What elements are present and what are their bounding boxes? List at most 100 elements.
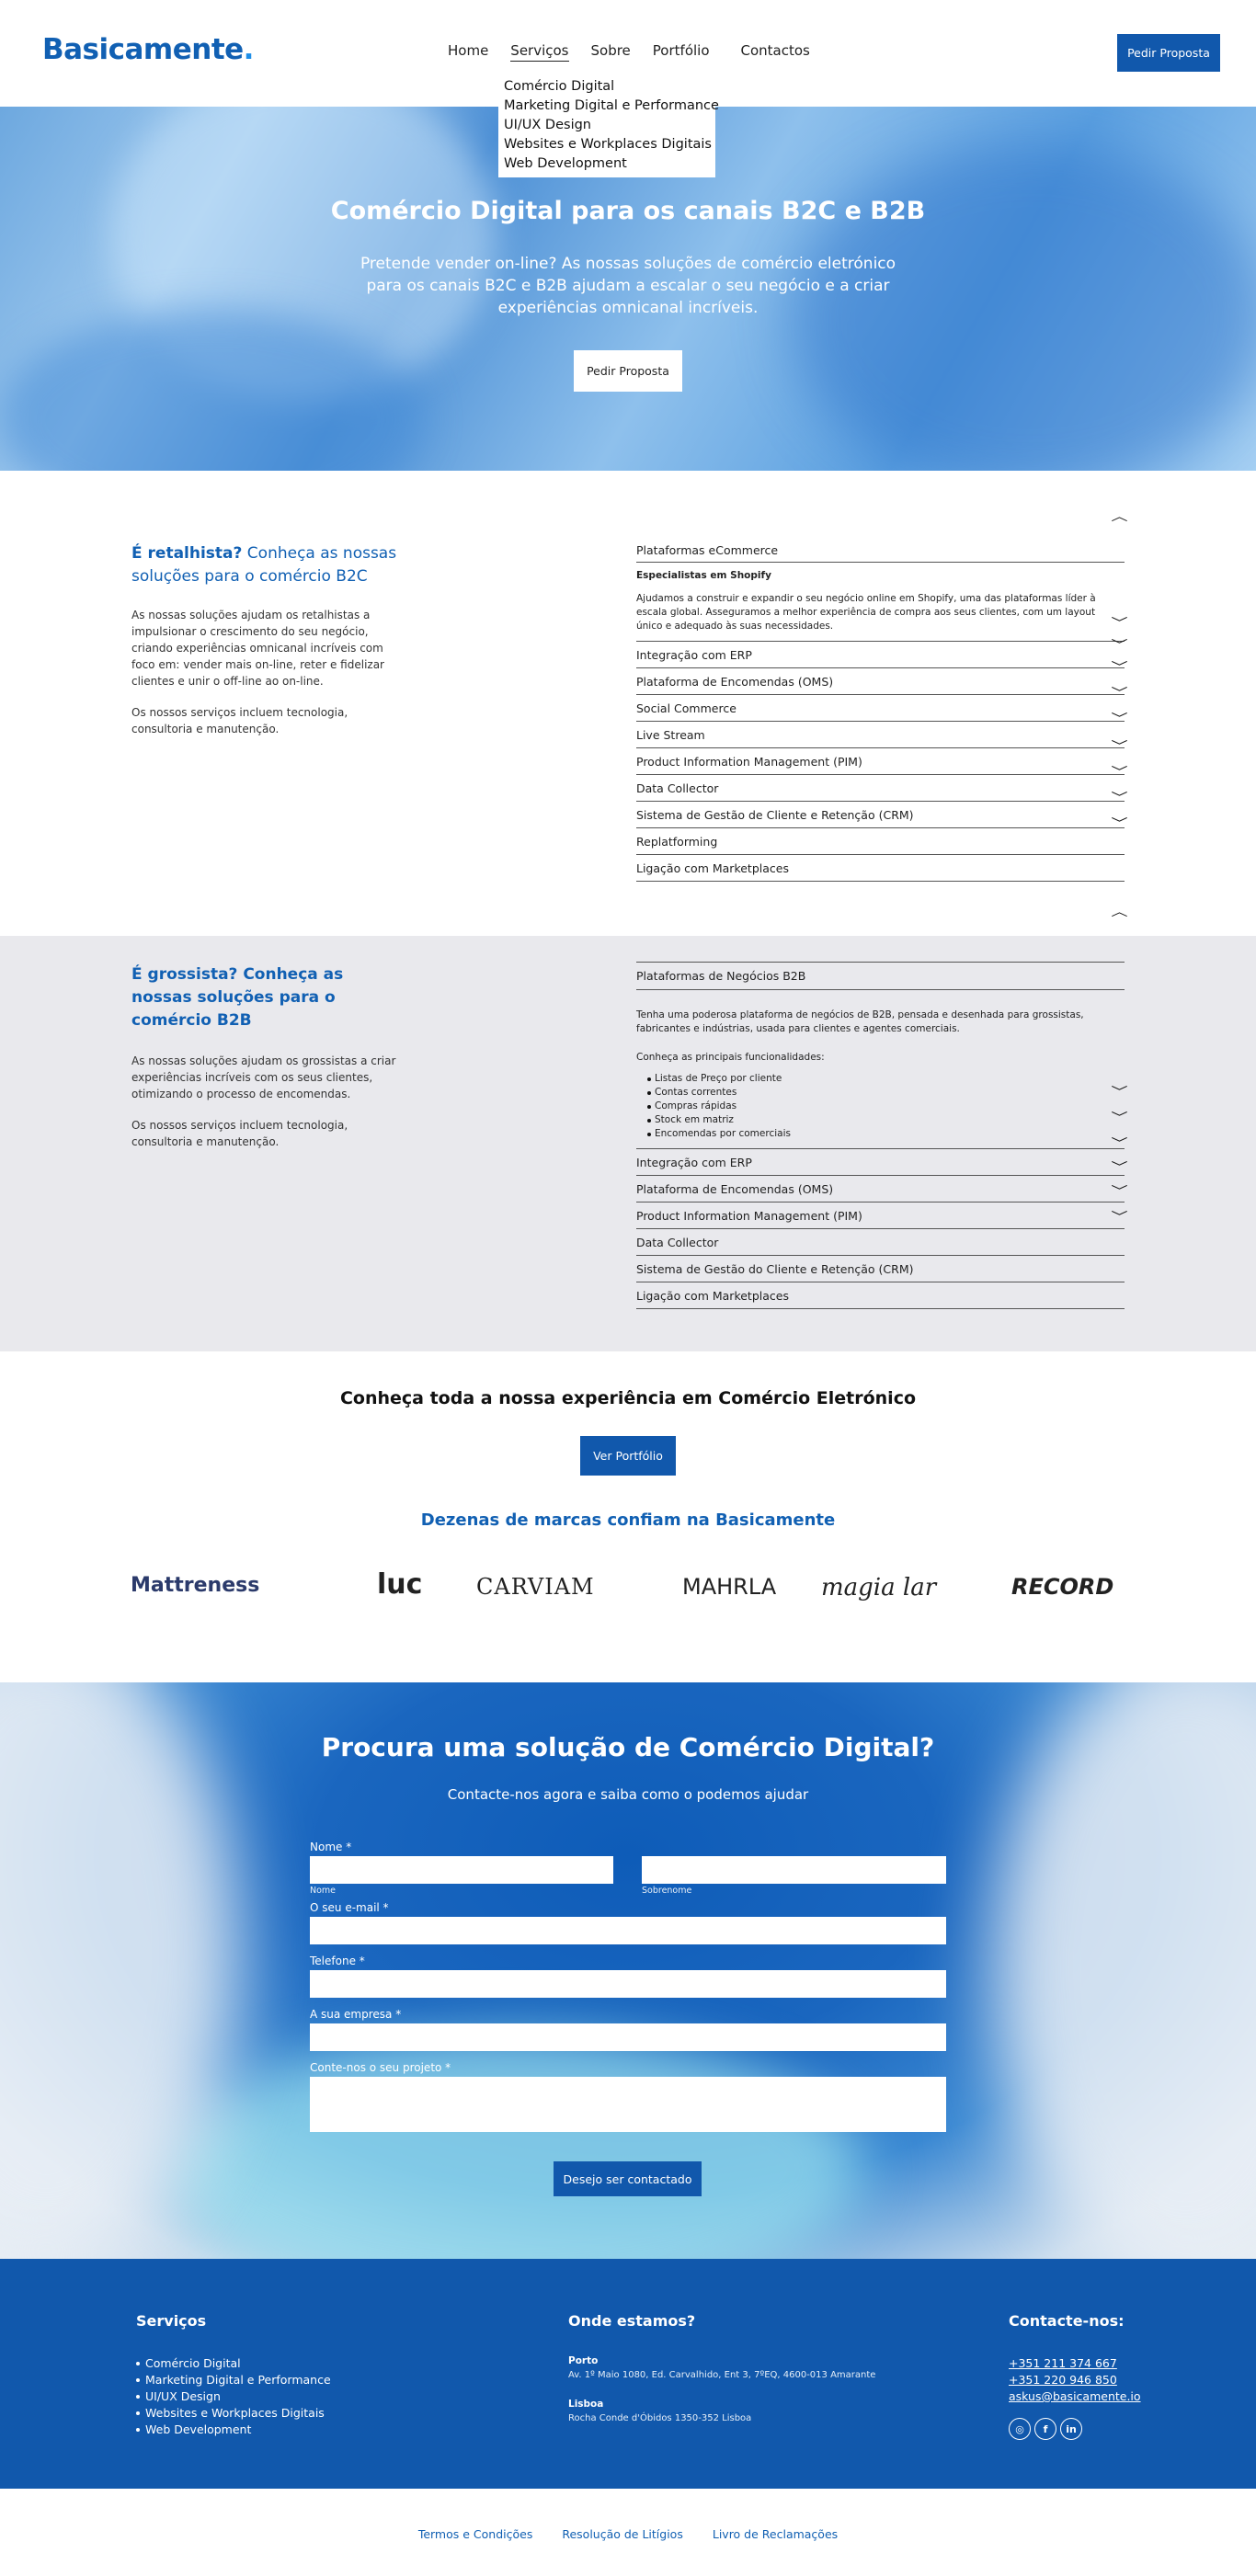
accordion-item[interactable]: Ligação com Marketplaces [636, 855, 1125, 882]
footer-services-title: Serviços [136, 2312, 207, 2330]
b2b-title: É grossista? Conheça as nossas soluções … [131, 965, 344, 1030]
b2c-title: É retalhista? Conheça as nossas soluções… [131, 544, 397, 586]
panel-features-intro: Conheça as principais funcionalidades: [636, 1052, 825, 1063]
chevron-down-icon[interactable]: ﹀ [1111, 1087, 1127, 1099]
disputes-link[interactable]: Resolução de Litígios [562, 2527, 683, 2541]
accordion-item[interactable]: Integração com ERP [636, 1149, 1125, 1176]
accordion-item[interactable]: Plataforma de Encomendas (OMS) [636, 1176, 1125, 1203]
accordion-item[interactable]: Sistema de Gestão de Cliente e Retenção … [636, 802, 1125, 828]
chevron-up-icon[interactable]: ︿ [1111, 906, 1127, 918]
nav-sobre[interactable]: Sobre [591, 42, 631, 62]
pedir-proposta-button[interactable]: Pedir Proposta [1117, 34, 1220, 72]
chevron-down-icon[interactable]: ﹀ [1111, 618, 1127, 630]
accordion-item[interactable]: Data Collector [636, 775, 1125, 802]
company-label: A sua empresa * [310, 2008, 402, 2021]
accordion-item[interactable]: Integração com ERP [636, 642, 1125, 668]
accordion-item[interactable]: Product Information Management (PIM) [636, 748, 1125, 775]
accordion-item[interactable]: Replatforming [636, 828, 1125, 855]
dropdown-item[interactable]: Comércio Digital [504, 77, 710, 97]
accordion-item[interactable]: Live Stream [636, 722, 1125, 748]
chevron-down-icon[interactable]: ﹀ [1111, 1186, 1127, 1198]
logo-mattreness: Mattreness [131, 1574, 260, 1597]
chevron-down-icon[interactable]: ﹀ [1111, 713, 1127, 725]
hero-text: Pretende vender on-line? As nossas soluç… [360, 255, 896, 317]
nav-portfolio[interactable]: Portfólio [653, 42, 710, 62]
brand-logos: Mattreness luc CARVIAM MAHRLA magia lar … [0, 1557, 1256, 1631]
site-footer: Serviços Comércio Digital Marketing Digi… [0, 2259, 1256, 2489]
first-name-sublabel: Nome [310, 1886, 337, 1896]
accordion-item[interactable]: Data Collector [636, 1229, 1125, 1256]
complaints-link[interactable]: Livro de Reclamações [713, 2527, 838, 2541]
accordion-panel: Tenha uma poderosa plataforma de negócio… [636, 990, 1125, 1149]
first-name-field[interactable] [310, 1856, 613, 1884]
dropdown-item[interactable]: Web Development [504, 154, 710, 174]
instagram-icon[interactable]: ◎ [1009, 2418, 1031, 2440]
project-field[interactable] [310, 2077, 946, 2132]
chevron-down-icon[interactable]: ﹀ [1111, 1112, 1127, 1124]
chevron-down-icon[interactable]: ﹀ [1111, 767, 1127, 779]
nav-home[interactable]: Home [448, 42, 488, 62]
submit-button[interactable]: Desejo ser contactado [554, 2161, 702, 2196]
porto-address: Av. 1º Maio 1080, Ed. Carvalhido, Ent 3,… [568, 2370, 876, 2380]
nav-servicos[interactable]: Serviços [510, 42, 569, 62]
footer-locations-title: Onde estamos? [568, 2312, 696, 2330]
contact-title: Procura uma solução de Comércio Digital? [321, 1732, 935, 1762]
panel-heading: Especialistas em Shopify [636, 570, 771, 581]
lisboa-label: Lisboa [568, 2399, 604, 2410]
footer-service-link[interactable]: Comércio Digital [136, 2355, 331, 2372]
company-field[interactable] [310, 2023, 946, 2051]
footer-contacts-title: Contacte-nos: [1009, 2312, 1125, 2330]
chevron-down-icon[interactable]: ﹀ [1111, 1138, 1127, 1150]
contact-form: Nome * Nome Sobrenome O seu e-mail * Tel… [310, 1841, 946, 2132]
b2c-section: É retalhista? Conheça as nossas soluções… [0, 471, 1256, 936]
logo[interactable]: Basicamente. [42, 33, 254, 66]
nav-contactos[interactable]: Contactos [741, 42, 810, 62]
ver-portfolio-button[interactable]: Ver Portfólio [580, 1436, 676, 1476]
accordion-item-open[interactable]: Plataformas de Negócios B2B [636, 963, 1125, 990]
accordion-item[interactable]: Sistema de Gestão do Cliente e Retenção … [636, 1256, 1125, 1282]
accordion-panel: Especialistas em Shopify Ajudamos a cons… [636, 563, 1125, 642]
site-header: Basicamente. Home Serviços Sobre Portfól… [0, 0, 1256, 177]
chevron-down-icon[interactable]: ﹀ [1111, 1162, 1127, 1174]
accordion-item[interactable]: Product Information Management (PIM) [636, 1203, 1125, 1229]
b2b-accordion: Plataformas de Negócios B2B Tenha uma po… [636, 962, 1125, 1309]
footer-service-link[interactable]: Web Development [136, 2422, 331, 2438]
experience-title: Conheça toda a nossa experiência em Comé… [339, 1388, 917, 1408]
email-field[interactable] [310, 1917, 946, 1944]
phone-link[interactable]: +351 211 374 667 [1009, 2355, 1141, 2372]
b2c-accordion: Plataformas eCommerce Especialistas em S… [636, 539, 1125, 882]
dropdown-item[interactable]: UI/UX Design [504, 116, 710, 135]
chevron-down-icon[interactable]: ﹀ [1111, 818, 1127, 830]
footer-service-link[interactable]: UI/UX Design [136, 2388, 331, 2405]
chevron-down-icon[interactable]: ﹀ [1111, 662, 1127, 674]
hero-pedir-proposta-button[interactable]: Pedir Proposta [574, 350, 682, 392]
logo-magia-lar: magia lar [821, 1574, 937, 1601]
chevron-down-icon[interactable]: ﹀ [1111, 688, 1127, 700]
chevron-down-icon[interactable]: ﹀ [1111, 741, 1127, 753]
chevron-down-icon[interactable]: ﹀ [1111, 1212, 1127, 1224]
linkedin-icon[interactable]: in [1060, 2418, 1082, 2440]
facebook-icon[interactable]: f [1034, 2418, 1056, 2440]
dropdown-item[interactable]: Websites e Workplaces Digitais [504, 135, 712, 154]
services-dropdown: Comércio Digital Marketing Digital e Per… [498, 74, 719, 177]
footer-service-link[interactable]: Websites e Workplaces Digitais [136, 2405, 331, 2422]
email-link[interactable]: askus@basicamente.io [1009, 2388, 1141, 2405]
terms-link[interactable]: Termos e Condições [418, 2527, 533, 2541]
experience-section: Conheça toda a nossa experiência em Comé… [0, 1351, 1256, 1682]
chevron-down-icon[interactable]: ﹀ [1111, 640, 1127, 652]
panel-text: Tenha uma poderosa plataforma de negócio… [636, 1009, 1084, 1034]
chevron-up-icon[interactable]: ︿ [1111, 511, 1127, 523]
feature-item: Encomendas por comerciais [636, 1127, 1125, 1141]
last-name-field[interactable] [642, 1856, 946, 1884]
b2b-paragraph: Os nossos serviços incluem tecnologia, c… [131, 1119, 348, 1148]
feature-item: Stock em matriz [636, 1113, 1125, 1127]
phone-link[interactable]: +351 220 946 850 [1009, 2372, 1141, 2388]
chevron-down-icon[interactable]: ﹀ [1111, 792, 1127, 804]
accordion-item[interactable]: Social Commerce [636, 695, 1125, 722]
accordion-item[interactable]: Plataforma de Encomendas (OMS) [636, 668, 1125, 695]
accordion-item-open[interactable]: Plataformas eCommerce [636, 539, 1125, 563]
dropdown-item[interactable]: Marketing Digital e Performance [504, 97, 719, 116]
phone-field[interactable] [310, 1970, 946, 1998]
accordion-item[interactable]: Ligação com Marketplaces [636, 1282, 1125, 1309]
footer-service-link[interactable]: Marketing Digital e Performance [136, 2372, 331, 2388]
